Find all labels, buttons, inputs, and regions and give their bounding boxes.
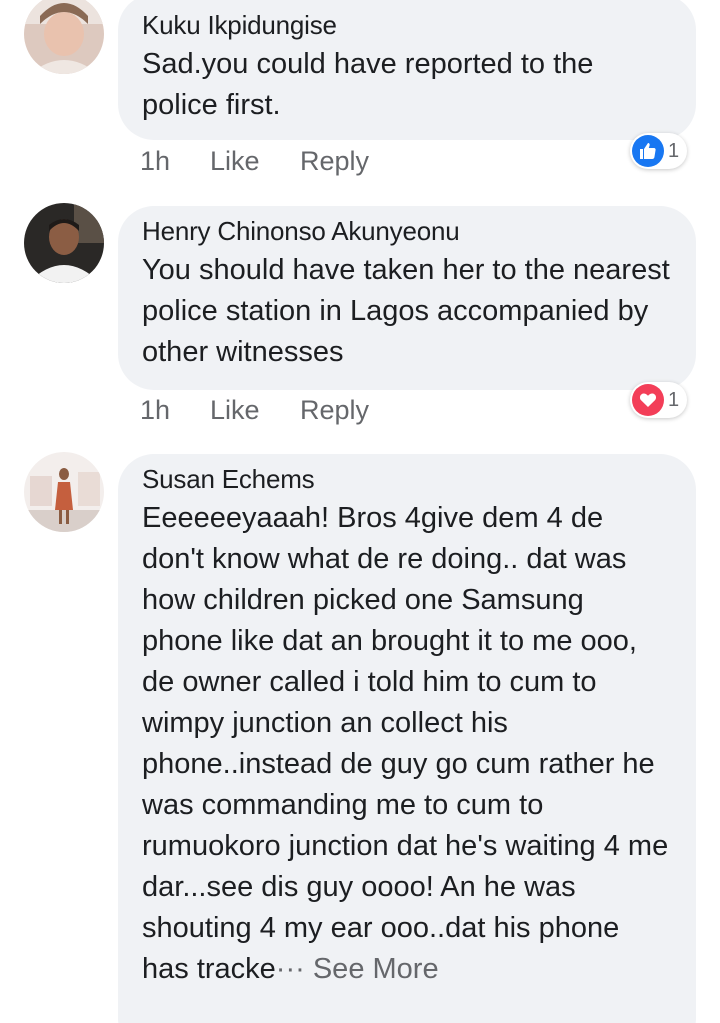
avatar[interactable] bbox=[24, 0, 104, 74]
ellipsis: ··· bbox=[275, 953, 305, 985]
reaction-count[interactable]: 1 bbox=[630, 382, 688, 418]
reaction-number: 1 bbox=[668, 388, 680, 411]
heart-icon bbox=[632, 384, 664, 416]
comment-author[interactable]: Henry Chinonso Akunyeonu bbox=[142, 214, 672, 248]
avatar[interactable] bbox=[24, 203, 104, 283]
thumbs-up-icon bbox=[632, 135, 664, 167]
comment-actions: 1h Like Reply bbox=[0, 144, 720, 178]
like-button[interactable]: Like bbox=[210, 144, 260, 178]
comment-author[interactable]: Susan Echems bbox=[142, 462, 672, 496]
comments-feed: Kuku Ikpidungise Sad.you could have repo… bbox=[0, 0, 720, 1023]
comment-bubble: Kuku Ikpidungise Sad.you could have repo… bbox=[118, 0, 696, 140]
like-button[interactable]: Like bbox=[210, 393, 260, 427]
comment-text: You should have taken her to the nearest… bbox=[142, 254, 670, 368]
see-more-link[interactable]: See More bbox=[313, 953, 439, 985]
reaction-count[interactable]: 1 bbox=[630, 133, 688, 169]
comment-bubble: Susan Echems Eeeeeeyaaah! Bros 4give dem… bbox=[118, 454, 696, 1023]
profile-photo bbox=[24, 203, 104, 283]
comment-text: Sad.you could have reported to the polic… bbox=[142, 48, 594, 121]
reply-button[interactable]: Reply bbox=[300, 144, 369, 178]
comment-time: 1h bbox=[140, 146, 171, 176]
profile-photo bbox=[24, 452, 104, 532]
comment-text: Eeeeeeyaaah! Bros 4give dem 4 de don't k… bbox=[142, 498, 672, 990]
avatar[interactable] bbox=[24, 452, 104, 532]
profile-photo bbox=[24, 0, 104, 74]
comment-body: Eeeeeeyaaah! Bros 4give dem 4 de don't k… bbox=[142, 502, 669, 985]
comment-bubble: Henry Chinonso Akunyeonu You should have… bbox=[118, 206, 696, 390]
reaction-number: 1 bbox=[668, 139, 680, 162]
comment-time: 1h bbox=[140, 395, 171, 425]
comment-author[interactable]: Kuku Ikpidungise bbox=[142, 8, 672, 42]
reply-button[interactable]: Reply bbox=[300, 393, 369, 427]
comment-actions: 1h Like Reply bbox=[0, 393, 720, 427]
